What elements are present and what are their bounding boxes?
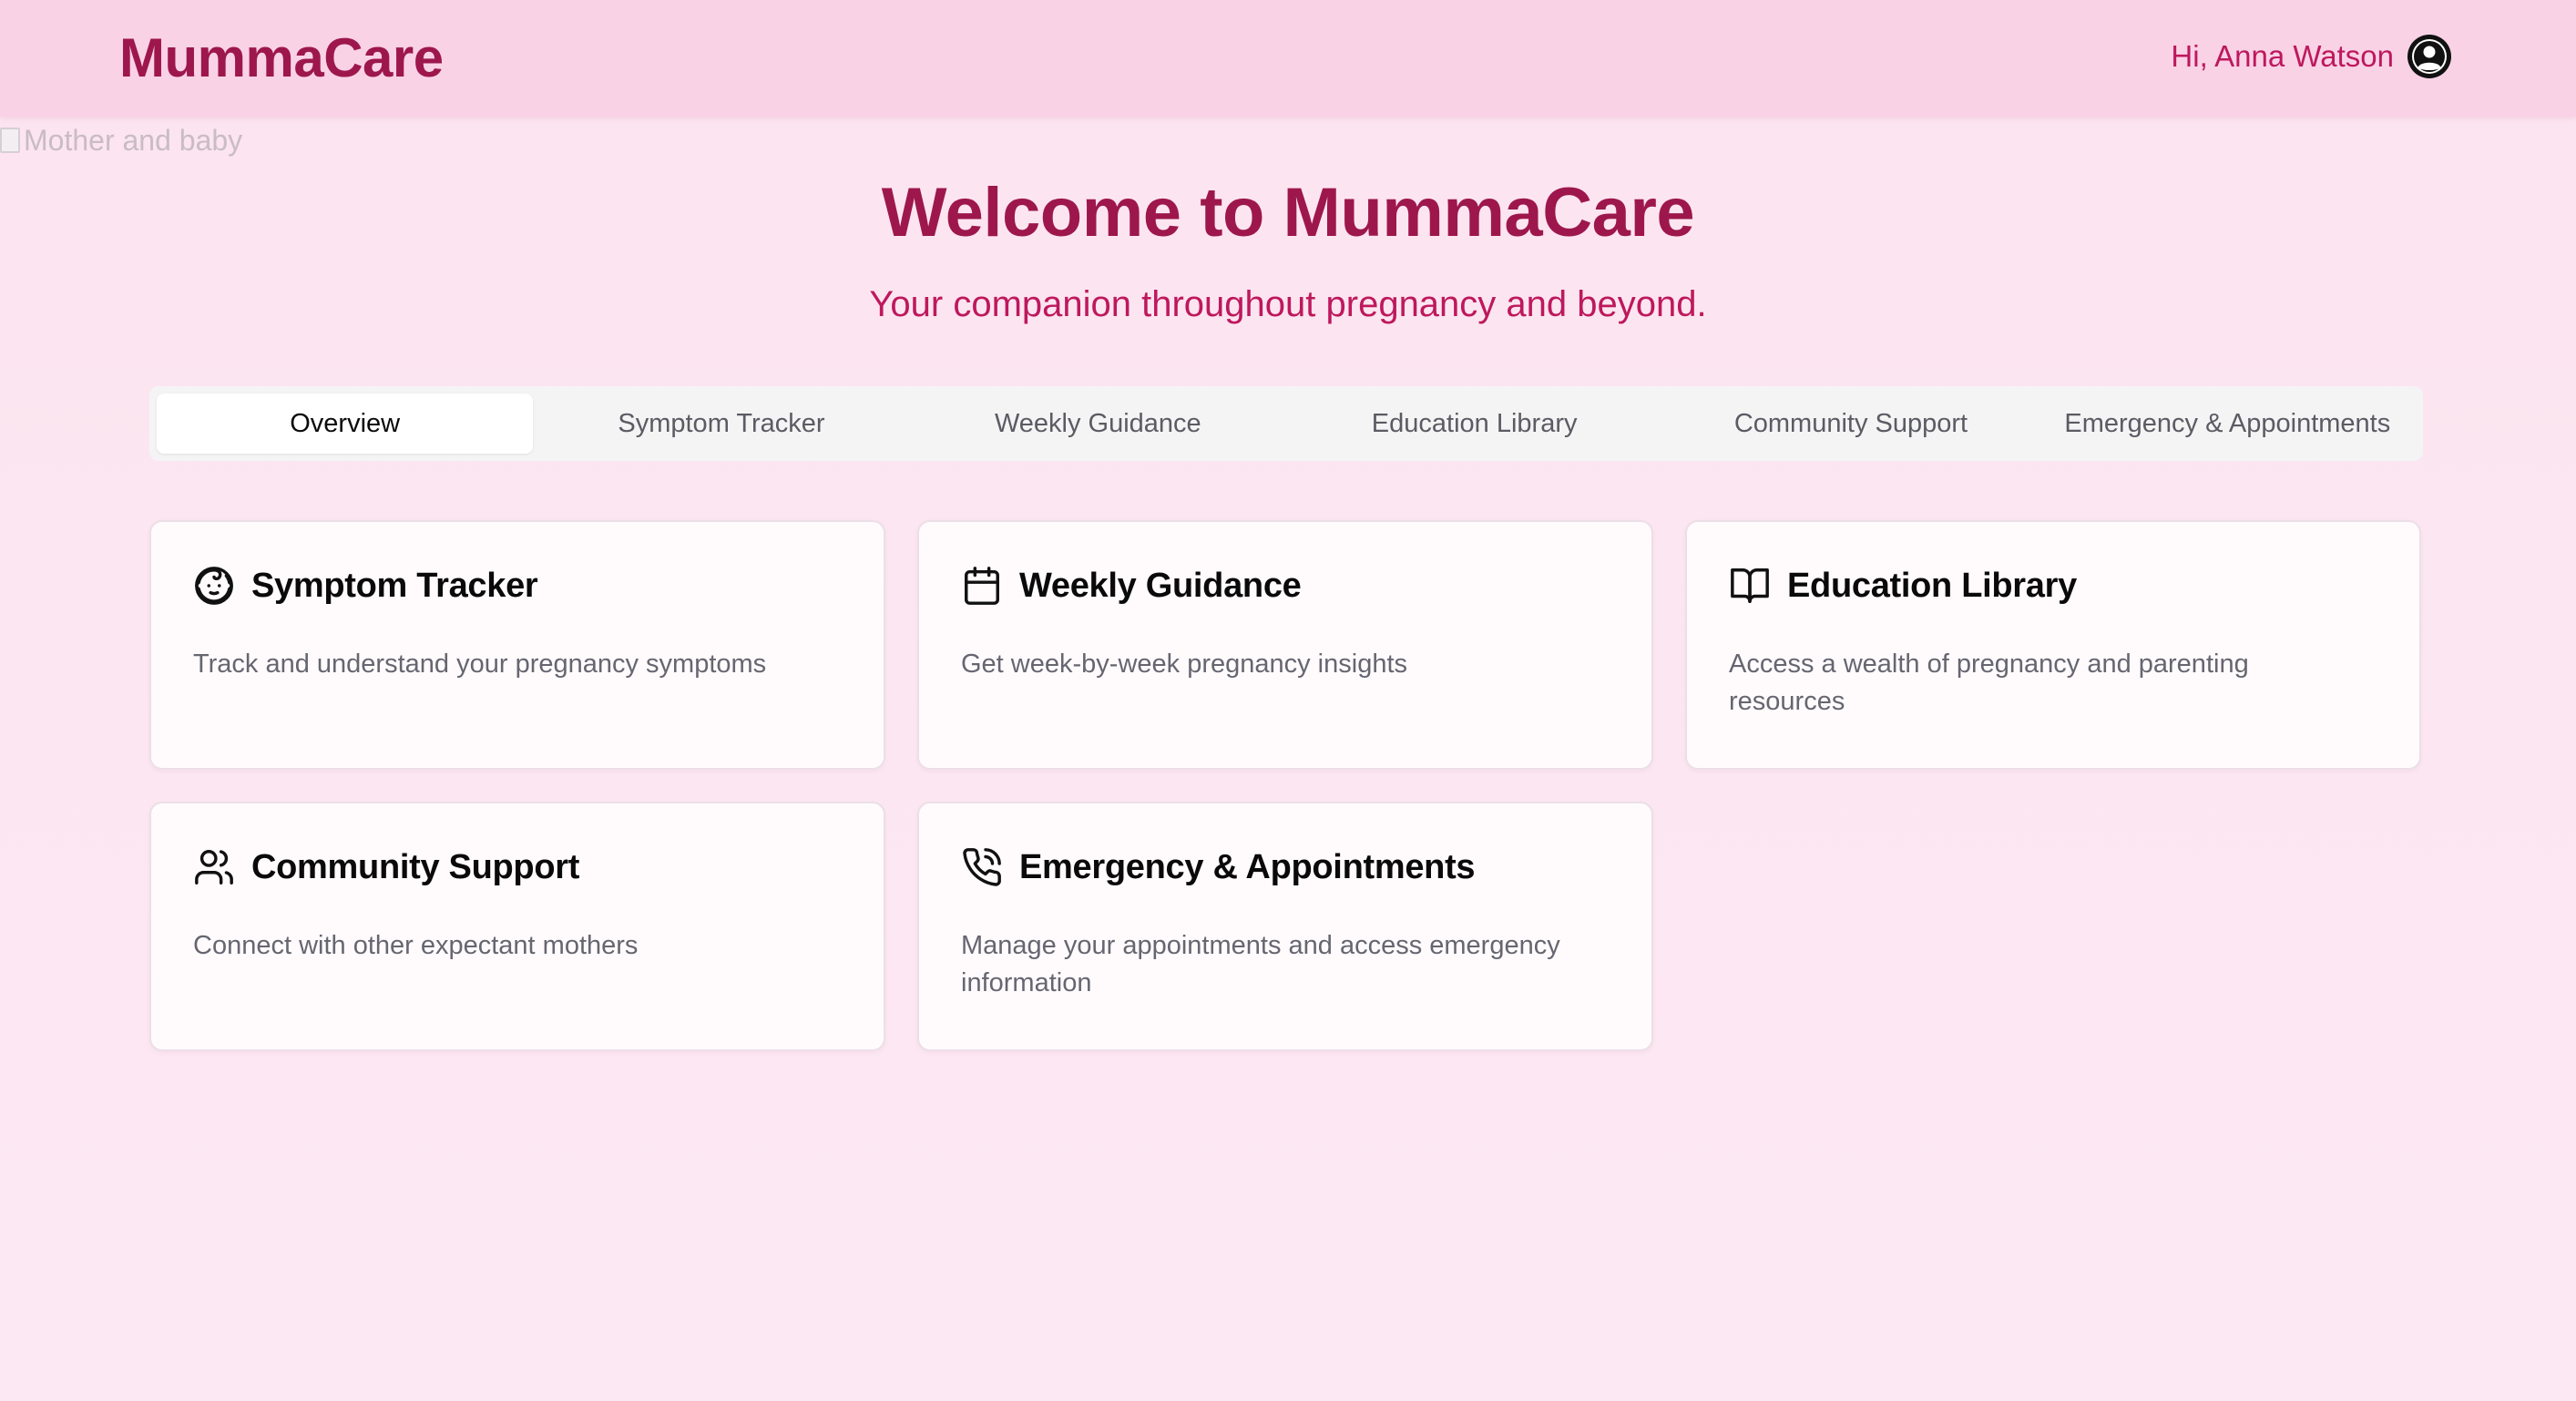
users-icon xyxy=(195,850,233,885)
app-logo[interactable]: MummaCare xyxy=(119,26,444,91)
card-description: Manage your appointments and access emer… xyxy=(961,931,1560,997)
card-header: Community Support xyxy=(193,844,579,891)
open-book-icon xyxy=(1731,568,1769,603)
tab-overview[interactable]: Overview xyxy=(157,394,534,454)
tab-community-support[interactable]: Community Support xyxy=(1662,394,2039,454)
tab-list: Overview Symptom Tracker Weekly Guidance… xyxy=(149,386,2423,461)
top-header: MummaCare Hi, Anna Watson xyxy=(0,0,2576,117)
tab-weekly-guidance[interactable]: Weekly Guidance xyxy=(910,394,1286,454)
card-header: Education Library xyxy=(1729,562,2077,609)
calendar-icon xyxy=(965,567,999,605)
phone-call-icon xyxy=(963,848,1001,886)
card-symptom-tracker[interactable]: Symptom Tracker Track and understand you… xyxy=(149,520,885,770)
user-greeting: Hi, Anna Watson xyxy=(2171,39,2394,73)
card-header: Emergency & Appointments xyxy=(961,844,1476,891)
tab-symptom-tracker[interactable]: Symptom Tracker xyxy=(533,394,909,454)
tab-education-library[interactable]: Education Library xyxy=(1286,394,1662,454)
page-title: Welcome to MummaCare xyxy=(881,174,1695,251)
card-title: Community Support xyxy=(251,848,580,886)
card-emergency-appointments[interactable]: Emergency & Appointments Manage your app… xyxy=(917,802,1653,1051)
tab-emergency-appointments[interactable]: Emergency & Appointments xyxy=(2039,394,2416,454)
card-title: Education Library xyxy=(1787,567,2077,605)
card-education-library[interactable]: Education Library Access a wealth of pre… xyxy=(1685,520,2421,770)
baby-face-icon xyxy=(195,567,233,605)
card-description: Connect with other expectant mothers xyxy=(193,931,639,960)
card-title: Symptom Tracker xyxy=(251,567,538,605)
user-circle-icon[interactable] xyxy=(2407,35,2451,78)
page-subtitle: Your companion throughout pregnancy and … xyxy=(869,284,1707,324)
card-title: Weekly Guidance xyxy=(1019,567,1302,605)
card-description: Access a wealth of pregnancy and parenti… xyxy=(1729,649,2249,716)
hero-image: Mother and baby xyxy=(0,122,242,159)
card-header: Weekly Guidance xyxy=(961,562,1302,609)
broken-image-icon xyxy=(0,128,20,153)
card-header: Symptom Tracker xyxy=(193,562,538,609)
card-weekly-guidance[interactable]: Weekly Guidance Get week-by-week pregnan… xyxy=(917,520,1653,770)
page: MummaCare Hi, Anna Watson Mother and bab… xyxy=(0,0,2576,1401)
hero-image-alt: Mother and baby xyxy=(24,124,243,157)
card-description: Track and understand your pregnancy symp… xyxy=(193,649,767,679)
card-title: Emergency & Appointments xyxy=(1019,848,1476,886)
card-description: Get week-by-week pregnancy insights xyxy=(961,649,1408,679)
card-community-support[interactable]: Community Support Connect with other exp… xyxy=(149,802,885,1051)
